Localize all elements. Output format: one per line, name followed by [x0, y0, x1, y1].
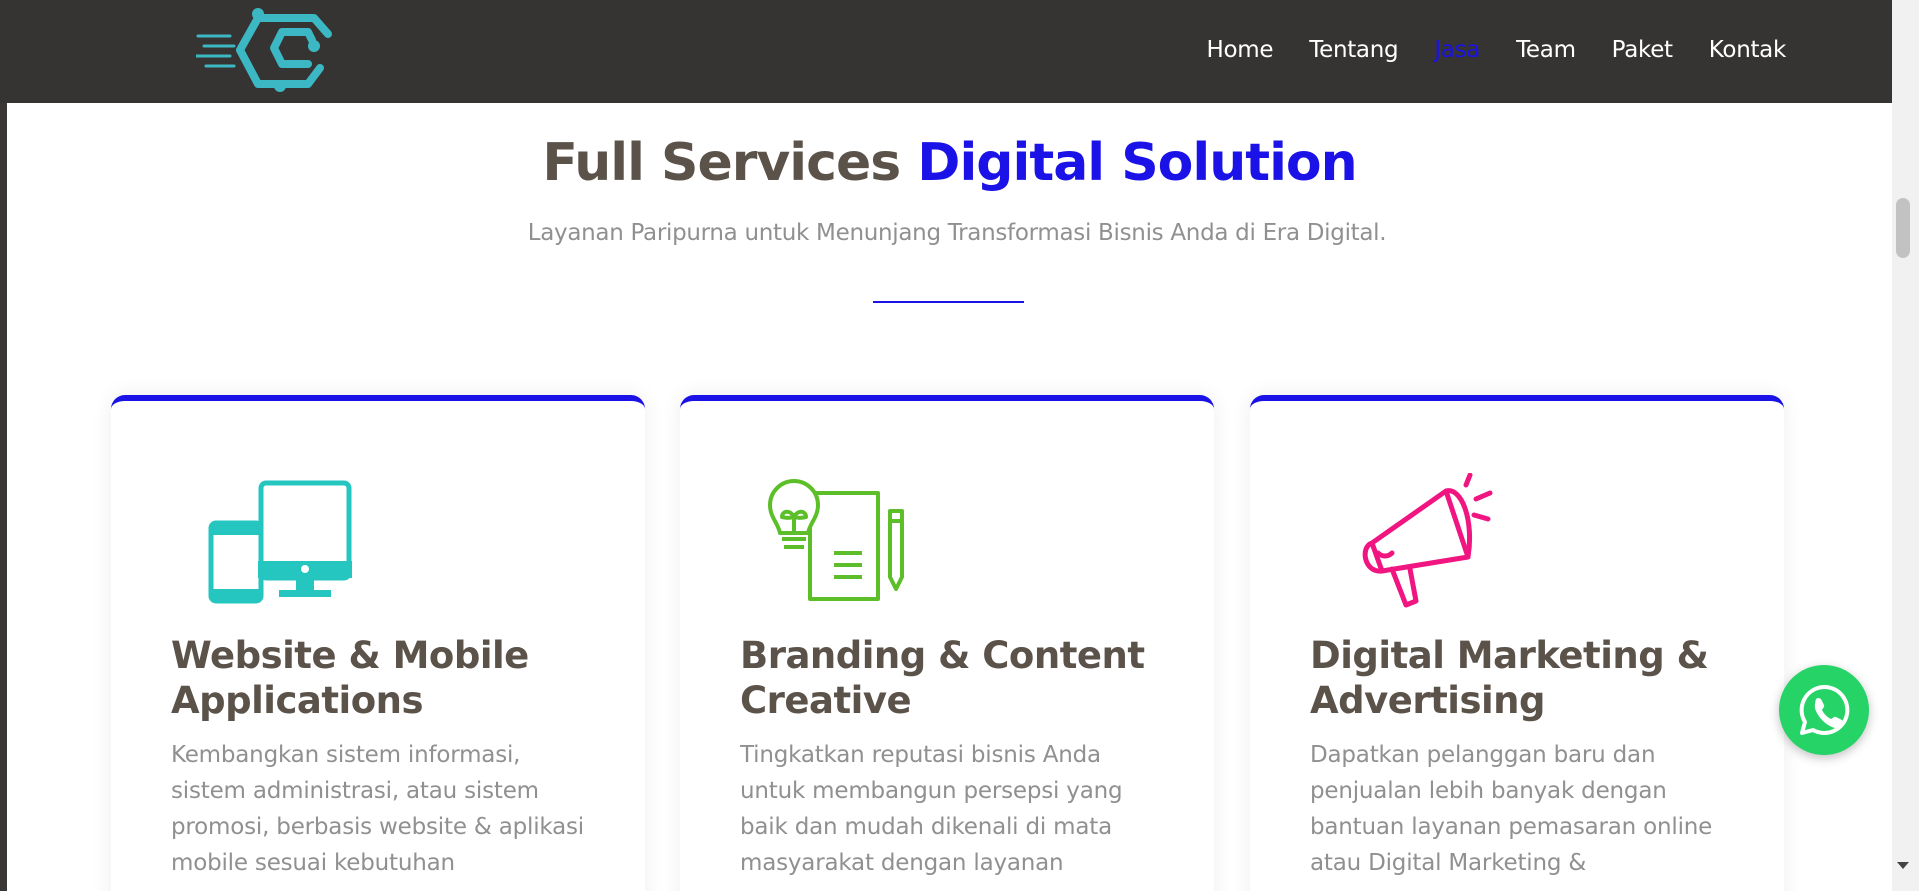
nav-team[interactable]: Team	[1516, 37, 1576, 63]
service-card-branding: Branding & Content Creative Tingkatkan r…	[680, 395, 1214, 891]
service-card-website: Website & Mobile Applications Kembangkan…	[111, 395, 645, 891]
service-card-marketing: Digital Marketing & Advertising Dapatkan…	[1250, 395, 1784, 891]
service-description: Dapatkan pelanggan baru dan penjualan le…	[1310, 742, 1713, 876]
nav-tentang[interactable]: Tentang	[1309, 37, 1398, 63]
nav-home[interactable]: Home	[1207, 37, 1274, 63]
site-header: Home Tentang Jasa Team Paket Kontak	[0, 0, 1919, 103]
main-nav: Home Tentang Jasa Team Paket Kontak	[1171, 0, 1787, 100]
whatsapp-icon	[1799, 684, 1850, 735]
scrollbar-thumb[interactable]	[1896, 198, 1910, 258]
service-title: Branding & Content Creative	[740, 634, 1145, 722]
service-description: Kembangkan sistem informasi, sistem admi…	[171, 742, 584, 876]
whatsapp-button[interactable]	[1779, 665, 1869, 755]
section-title: Full Services Digital Solution	[7, 133, 1892, 193]
nav-kontak[interactable]: Kontak	[1709, 37, 1787, 63]
devices-icon	[208, 480, 352, 604]
nav-paket[interactable]: Paket	[1612, 37, 1673, 63]
title-underline	[873, 301, 1024, 303]
nav-jasa[interactable]: Jasa	[1434, 37, 1480, 63]
megaphone-icon	[1362, 473, 1493, 608]
services-section: Full Services Digital Solution Layanan P…	[7, 103, 1892, 891]
logo-icon[interactable]	[196, 4, 341, 98]
service-title: Website & Mobile Applications	[171, 634, 529, 722]
lightbulb-document-icon	[768, 479, 904, 601]
section-subtitle: Layanan Paripurna untuk Menunjang Transf…	[527, 220, 1387, 246]
section-title-main: Full Services	[542, 133, 901, 193]
service-title: Digital Marketing & Advertising	[1310, 634, 1709, 722]
service-description: Tingkatkan reputasi bisnis Anda untuk me…	[740, 742, 1123, 876]
scrollbar-track[interactable]	[1892, 0, 1919, 891]
section-title-accent: Digital Solution	[917, 133, 1357, 193]
scroll-down-icon[interactable]	[1897, 862, 1909, 869]
